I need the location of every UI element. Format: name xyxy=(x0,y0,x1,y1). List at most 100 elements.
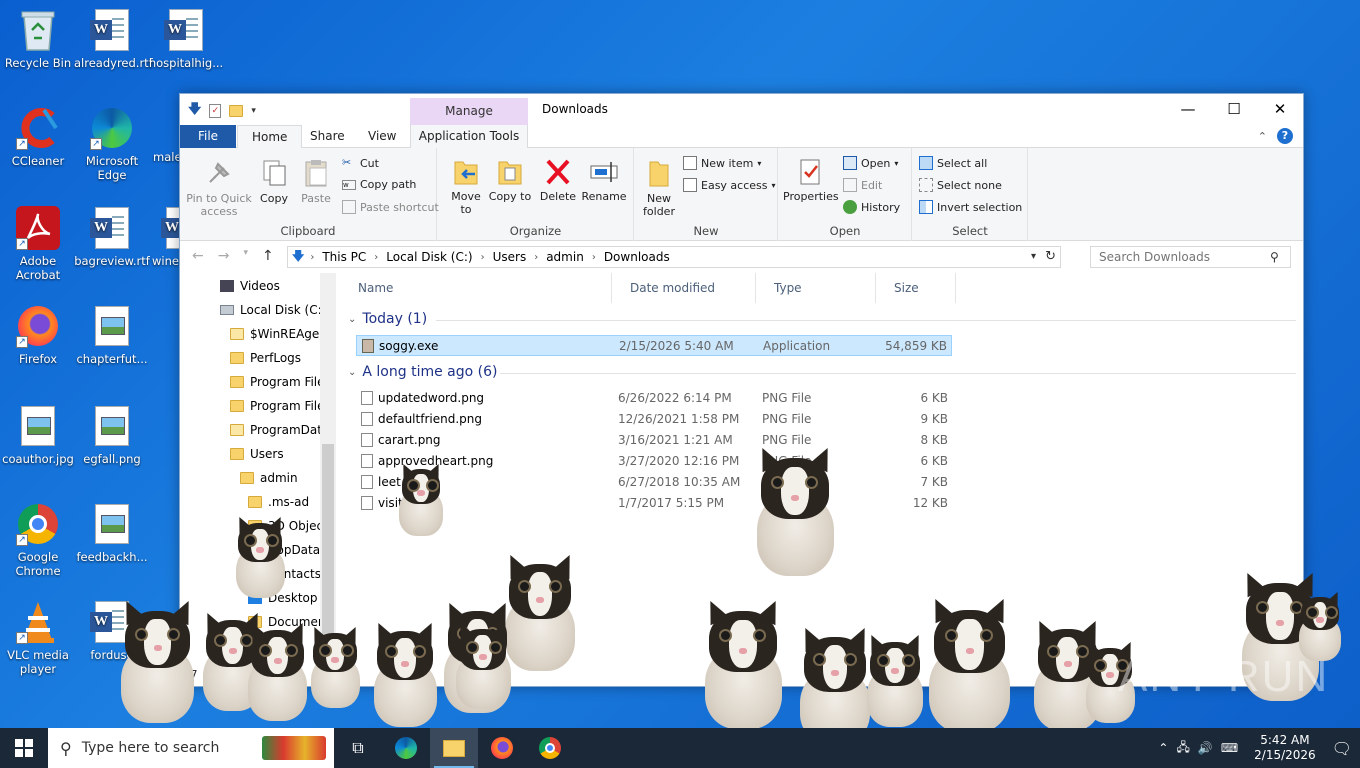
maximize-button[interactable]: ☐ xyxy=(1211,94,1257,124)
breadcrumb-admin[interactable]: admin xyxy=(546,250,584,264)
file-row-soggy[interactable]: soggy.exe 2/15/2026 5:40 AM Application … xyxy=(356,335,952,356)
refresh-icon[interactable]: ↻ xyxy=(1045,249,1056,264)
nav-item-videos[interactable]: Videos xyxy=(220,279,280,293)
taskbar-firefox[interactable] xyxy=(478,728,526,768)
help-icon[interactable]: ? xyxy=(1277,128,1293,144)
collapse-ribbon-icon[interactable]: ⌃ xyxy=(1258,130,1267,143)
desktop-icon-recycle-bin[interactable]: Recycle Bin xyxy=(0,8,76,70)
select-none-button[interactable]: Select none xyxy=(919,178,1002,192)
breadcrumb-downloads[interactable]: Downloads xyxy=(604,250,670,264)
cut-button[interactable]: ✂ Cut xyxy=(342,156,379,170)
qat-customize-icon[interactable]: ▾ xyxy=(251,106,256,116)
column-header-date[interactable]: Date modified xyxy=(612,273,756,303)
column-header-type[interactable]: Type xyxy=(756,273,876,303)
desktop-icon-chrome[interactable]: ↗ Google Chrome xyxy=(0,502,76,578)
nav-item-program-files-x86[interactable]: Program Files xyxy=(230,399,331,413)
desktop-icon-feedbackh[interactable]: feedbackh... xyxy=(74,502,150,564)
desktop-icon-edge[interactable]: ↗ Microsoft Edge xyxy=(74,106,150,182)
taskbar-edge[interactable] xyxy=(382,728,430,768)
nav-item-programdata[interactable]: ProgramData xyxy=(230,423,329,437)
taskbar-chrome[interactable] xyxy=(526,728,574,768)
desktop-icon-hospitalhig[interactable]: W hospitalhig... xyxy=(148,8,224,70)
forward-arrow-icon[interactable]: → xyxy=(218,248,230,264)
group-long-ago[interactable]: ⌄ A long time ago (6) xyxy=(348,364,497,380)
down-arrow-icon[interactable]: 🡇 xyxy=(188,100,201,122)
desktop-icon-vlc[interactable]: ↗ VLC media player xyxy=(0,600,76,676)
properties-qat-icon[interactable]: ✓ xyxy=(209,104,222,118)
desktop-icon-coauthor[interactable]: coauthor.jpg xyxy=(0,404,76,466)
start-button[interactable] xyxy=(0,728,48,768)
file-row[interactable]: updatedword.png 6/26/2022 6:14 PM PNG Fi… xyxy=(356,388,952,409)
breadcrumb-this-pc[interactable]: This PC xyxy=(322,250,366,264)
copy-path-button[interactable]: w Copy path xyxy=(342,178,416,191)
address-bar[interactable]: 🡇 › This PC › Local Disk (C:) › Users › … xyxy=(287,246,1061,268)
clock[interactable]: 5:42 AM 2/15/2026 xyxy=(1254,733,1316,763)
desktop-icon-acrobat[interactable]: ↗ Adobe Acrobat xyxy=(0,206,76,282)
tab-share[interactable]: Share xyxy=(296,125,359,148)
breadcrumb-users[interactable]: Users xyxy=(493,250,527,264)
invert-selection-button[interactable]: Invert selection xyxy=(919,200,1022,214)
column-header-name[interactable]: Name xyxy=(340,273,612,303)
network-icon[interactable]: 🖧 xyxy=(1176,738,1189,759)
group-today[interactable]: ⌄ Today (1) xyxy=(348,311,427,327)
history-button[interactable]: History xyxy=(843,200,900,214)
new-folder-qat-icon[interactable] xyxy=(229,105,244,117)
desktop-icon-wine[interactable]: W wine xyxy=(148,206,180,268)
manage-context-tab[interactable]: Manage xyxy=(410,98,528,125)
file-row[interactable]: defaultfriend.png 12/26/2021 1:58 PM PNG… xyxy=(356,409,952,430)
tab-view[interactable]: View xyxy=(354,125,410,148)
paste-shortcut-button[interactable]: Paste shortcut xyxy=(342,200,439,214)
volume-icon[interactable]: 🔊 xyxy=(1198,741,1213,755)
easy-access-button[interactable]: Easy access ▾ xyxy=(683,178,776,192)
language-icon[interactable]: ⌨ xyxy=(1221,741,1238,755)
recent-locations-icon[interactable]: ▾ xyxy=(243,248,248,264)
move-to-button[interactable]: Move to xyxy=(444,156,488,216)
properties-button[interactable]: Properties xyxy=(783,156,839,203)
desktop-icon-firefox[interactable]: ↗ Firefox xyxy=(0,304,76,366)
desktop-icon-bagreview[interactable]: W bagreview.rtf xyxy=(74,206,150,268)
pin-label: Pin to Quick access xyxy=(186,192,252,218)
edit-button[interactable]: Edit xyxy=(843,178,882,192)
column-header-size[interactable]: Size xyxy=(876,273,956,303)
minimize-button[interactable]: — xyxy=(1165,94,1211,124)
tray-overflow-icon[interactable]: ⌃ xyxy=(1158,741,1168,755)
paste-button[interactable]: Paste xyxy=(296,158,336,205)
close-button[interactable]: ✕ xyxy=(1257,94,1303,124)
new-folder-button[interactable]: New folder xyxy=(639,158,679,218)
copy-button[interactable]: Copy xyxy=(256,158,292,205)
up-arrow-icon[interactable]: ↑ xyxy=(262,248,274,264)
nav-item-local-disk[interactable]: Local Disk (C:) xyxy=(220,303,326,317)
desktop-icon-egfall[interactable]: egfall.png xyxy=(74,404,150,466)
file-row[interactable]: carart.png 3/16/2021 1:21 AM PNG File 8 … xyxy=(356,430,952,451)
folder-icon xyxy=(230,376,244,388)
nav-item-winreagent[interactable]: $WinREAgent xyxy=(230,327,332,341)
search-input[interactable] xyxy=(1090,246,1291,268)
pin-quick-access-button[interactable]: Pin to Quick access xyxy=(186,158,252,218)
nav-item-perflogs[interactable]: PerfLogs xyxy=(230,351,301,365)
notifications-icon[interactable]: 🗨 xyxy=(1332,739,1352,758)
delete-button[interactable]: Delete xyxy=(536,156,580,203)
cat-popup xyxy=(688,598,798,728)
nav-item-admin[interactable]: admin xyxy=(240,471,298,485)
desktop-icon-chapterfut[interactable]: chapterfut... xyxy=(74,304,150,366)
nav-item-program-files[interactable]: Program Files xyxy=(230,375,331,389)
desktop-icon-alreadyred[interactable]: W alreadyred.rtf xyxy=(74,8,153,70)
nav-item-ms-ad[interactable]: .ms-ad xyxy=(248,495,309,509)
open-button[interactable]: Open ▾ xyxy=(843,156,898,170)
tab-file[interactable]: File xyxy=(180,125,236,148)
tab-application-tools[interactable]: Application Tools xyxy=(410,125,528,148)
new-item-button[interactable]: New item ▾ xyxy=(683,156,761,170)
nav-item-users[interactable]: Users xyxy=(230,447,284,461)
taskbar-file-explorer[interactable] xyxy=(430,728,478,768)
desktop-icon-ccleaner[interactable]: ↗ CCleaner xyxy=(0,106,76,168)
rename-button[interactable]: Rename xyxy=(580,156,628,203)
copy-to-button[interactable]: Copy to xyxy=(488,156,532,203)
breadcrumb-local-disk[interactable]: Local Disk (C:) xyxy=(386,250,472,264)
tab-home[interactable]: Home xyxy=(237,125,303,149)
address-dropdown-icon[interactable]: ▾ xyxy=(1031,251,1036,262)
file-type: PNG File xyxy=(762,391,812,405)
task-view-button[interactable]: ⧉ xyxy=(334,728,382,768)
select-all-button[interactable]: Select all xyxy=(919,156,987,170)
back-arrow-icon[interactable]: ← xyxy=(192,248,204,264)
taskbar-search[interactable]: ⚲ Type here to search xyxy=(48,728,334,768)
